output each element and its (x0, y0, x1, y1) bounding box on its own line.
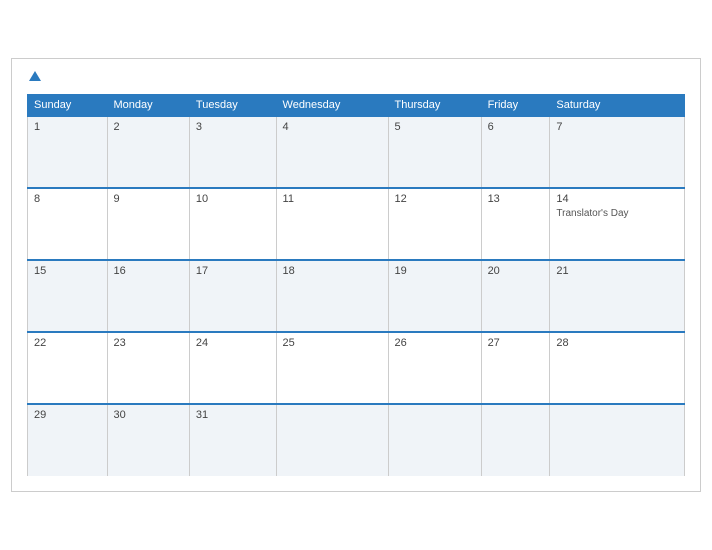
day-cell: 30 (107, 404, 189, 476)
day-cell: 22 (28, 332, 108, 404)
day-number: 22 (34, 337, 46, 349)
day-cell: 17 (189, 260, 276, 332)
day-number: 9 (114, 193, 120, 205)
calendar-container: SundayMondayTuesdayWednesdayThursdayFrid… (11, 58, 701, 493)
logo-text (27, 69, 41, 87)
day-number: 21 (556, 265, 568, 277)
day-number: 3 (196, 121, 202, 133)
day-number: 1 (34, 121, 40, 133)
day-cell: 12 (388, 188, 481, 260)
day-cell: 11 (276, 188, 388, 260)
day-number: 12 (395, 193, 407, 205)
day-number: 6 (488, 121, 494, 133)
day-cell: 5 (388, 116, 481, 188)
day-cell: 18 (276, 260, 388, 332)
day-cell: 16 (107, 260, 189, 332)
day-number: 19 (395, 265, 407, 277)
day-cell: 13 (481, 188, 550, 260)
weekday-header-sunday: Sunday (28, 95, 108, 117)
day-number: 18 (283, 265, 295, 277)
weekday-header-tuesday: Tuesday (189, 95, 276, 117)
day-number: 11 (283, 193, 294, 205)
week-row-1: 1 2 3 4 5 6 7 (28, 116, 685, 188)
day-number: 28 (556, 337, 568, 349)
day-cell: 27 (481, 332, 550, 404)
weekday-header-wednesday: Wednesday (276, 95, 388, 117)
day-cell (276, 404, 388, 476)
day-number: 4 (283, 121, 289, 133)
day-number: 25 (283, 337, 295, 349)
day-number: 30 (114, 409, 126, 421)
logo-triangle-icon (29, 71, 41, 81)
day-number: 24 (196, 337, 208, 349)
day-number: 5 (395, 121, 401, 133)
day-cell: 24 (189, 332, 276, 404)
day-number: 26 (395, 337, 407, 349)
day-number: 13 (488, 193, 500, 205)
day-cell (550, 404, 685, 476)
day-cell: 1 (28, 116, 108, 188)
logo (27, 69, 41, 87)
day-cell: 7 (550, 116, 685, 188)
day-cell: 9 (107, 188, 189, 260)
day-number: 7 (556, 121, 562, 133)
day-number: 31 (196, 409, 208, 421)
day-cell: 20 (481, 260, 550, 332)
week-row-5: 29 30 31 (28, 404, 685, 476)
day-number: 17 (196, 265, 208, 277)
day-number: 27 (488, 337, 500, 349)
day-cell: 19 (388, 260, 481, 332)
calendar-table: SundayMondayTuesdayWednesdayThursdayFrid… (27, 94, 685, 476)
calendar-header (27, 69, 685, 87)
day-cell: 6 (481, 116, 550, 188)
weekday-header-thursday: Thursday (388, 95, 481, 117)
day-number: 29 (34, 409, 46, 421)
day-cell: 23 (107, 332, 189, 404)
day-number: 14 (556, 193, 568, 205)
day-number: 20 (488, 265, 500, 277)
weekday-header-friday: Friday (481, 95, 550, 117)
day-cell: 26 (388, 332, 481, 404)
day-number: 8 (34, 193, 40, 205)
weekday-header-saturday: Saturday (550, 95, 685, 117)
day-cell: 15 (28, 260, 108, 332)
day-cell: 2 (107, 116, 189, 188)
day-cell: 8 (28, 188, 108, 260)
day-cell: 31 (189, 404, 276, 476)
day-number: 2 (114, 121, 120, 133)
day-cell: 4 (276, 116, 388, 188)
day-number: 16 (114, 265, 126, 277)
day-cell: 21 (550, 260, 685, 332)
day-cell (481, 404, 550, 476)
week-row-4: 22 23 24 25 26 27 28 (28, 332, 685, 404)
day-cell: 25 (276, 332, 388, 404)
event-label: Translator's Day (556, 208, 678, 219)
day-cell: 29 (28, 404, 108, 476)
day-number: 10 (196, 193, 208, 205)
day-cell: 14 Translator's Day (550, 188, 685, 260)
day-cell (388, 404, 481, 476)
day-number: 23 (114, 337, 126, 349)
week-row-3: 15 16 17 18 19 20 21 (28, 260, 685, 332)
day-number: 15 (34, 265, 46, 277)
weekday-header-row: SundayMondayTuesdayWednesdayThursdayFrid… (28, 95, 685, 117)
day-cell: 28 (550, 332, 685, 404)
day-cell: 3 (189, 116, 276, 188)
weekday-header-monday: Monday (107, 95, 189, 117)
week-row-2: 8 9 10 11 12 13 14 Translator's Day (28, 188, 685, 260)
day-cell: 10 (189, 188, 276, 260)
